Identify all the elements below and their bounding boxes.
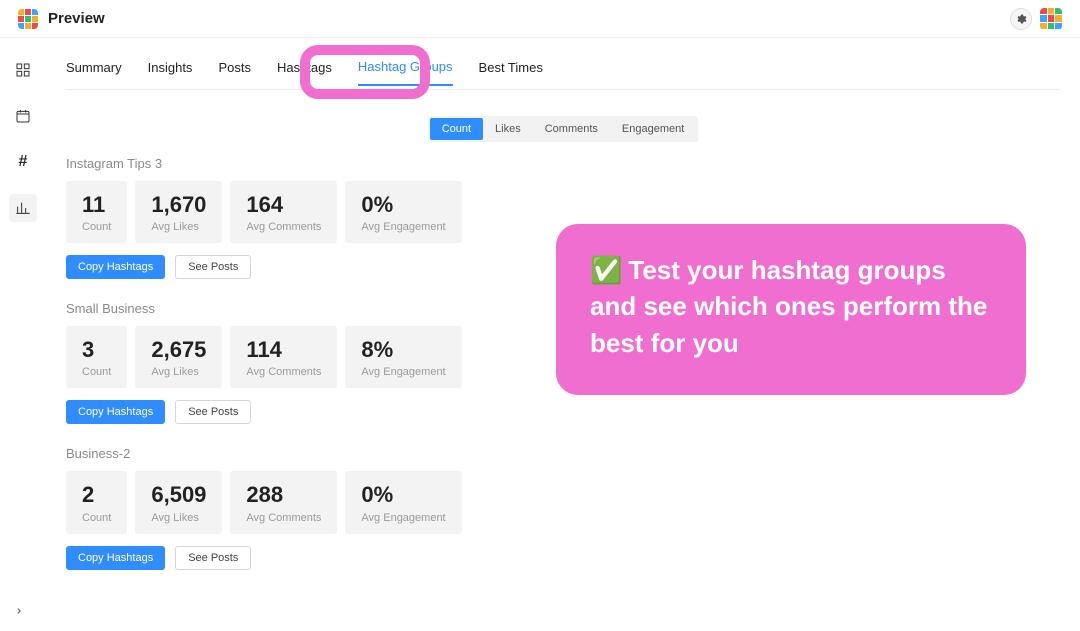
sidebar-expand-chevron-icon[interactable] <box>14 603 24 621</box>
gear-icon <box>1015 13 1027 25</box>
nav-calendar-icon[interactable] <box>9 102 37 130</box>
callout-message: Test your hashtag groups and see which o… <box>590 255 987 358</box>
stat-card-avg-engagement: 8% Avg Engagement <box>345 326 461 388</box>
checkmark-icon: ✅ <box>590 252 622 288</box>
stat-card-count: 11 Count <box>66 181 127 243</box>
stat-label: Avg Engagement <box>361 366 445 378</box>
stat-value: 11 <box>82 193 111 217</box>
copy-hashtags-button[interactable]: Copy Hashtags <box>66 400 165 424</box>
segment-comments[interactable]: Comments <box>533 118 610 140</box>
stat-value: 2,675 <box>151 338 206 362</box>
stat-label: Count <box>82 221 111 233</box>
stat-card-avg-engagement: 0% Avg Engagement <box>345 181 461 243</box>
stat-label: Avg Likes <box>151 512 206 524</box>
segment-count[interactable]: Count <box>430 118 483 140</box>
stat-label: Avg Likes <box>151 221 206 233</box>
analytics-tabs: Summary Insights Posts Hashtags Hashtag … <box>66 56 1060 90</box>
stat-card-avg-comments: 114 Avg Comments <box>230 326 337 388</box>
group-actions: Copy Hashtags See Posts <box>66 546 1060 570</box>
stat-value: 6,509 <box>151 483 206 507</box>
app-logo-icon <box>18 9 38 29</box>
app-header: Preview <box>0 0 1080 38</box>
stat-label: Avg Comments <box>246 366 321 378</box>
stat-label: Count <box>82 512 111 524</box>
group-title: Business-2 <box>66 446 1060 461</box>
stat-card-avg-comments: 288 Avg Comments <box>230 471 337 533</box>
tab-hashtag-groups[interactable]: Hashtag Groups <box>358 59 453 86</box>
tab-summary[interactable]: Summary <box>66 60 122 85</box>
tutorial-callout: ✅Test your hashtag groups and see which … <box>556 224 1026 395</box>
stat-value: 164 <box>246 193 321 217</box>
settings-button[interactable] <box>1010 8 1032 30</box>
tab-insights[interactable]: Insights <box>148 60 193 85</box>
stat-value: 0% <box>361 193 445 217</box>
copy-hashtags-button[interactable]: Copy Hashtags <box>66 546 165 570</box>
stat-card-count: 2 Count <box>66 471 127 533</box>
stat-value: 288 <box>246 483 321 507</box>
stat-card-avg-likes: 2,675 Avg Likes <box>135 326 222 388</box>
stat-label: Avg Comments <box>246 221 321 233</box>
segment-likes[interactable]: Likes <box>483 118 533 140</box>
tab-posts[interactable]: Posts <box>218 60 251 85</box>
stat-value: 3 <box>82 338 111 362</box>
group-title: Instagram Tips 3 <box>66 156 1060 171</box>
nav-analytics-icon[interactable] <box>9 194 37 222</box>
sidebar: # <box>0 38 46 222</box>
copy-hashtags-button[interactable]: Copy Hashtags <box>66 255 165 279</box>
tutorial-callout-text: ✅Test your hashtag groups and see which … <box>590 252 992 361</box>
group-actions: Copy Hashtags See Posts <box>66 400 1060 424</box>
group-stats-row: 2 Count 6,509 Avg Likes 288 Avg Comments… <box>66 471 1060 533</box>
stat-card-avg-likes: 1,670 Avg Likes <box>135 181 222 243</box>
stat-value: 0% <box>361 483 445 507</box>
see-posts-button[interactable]: See Posts <box>175 400 251 424</box>
stat-value: 2 <box>82 483 111 507</box>
see-posts-button[interactable]: See Posts <box>175 546 251 570</box>
tab-hashtags[interactable]: Hashtags <box>277 60 332 85</box>
stat-card-count: 3 Count <box>66 326 127 388</box>
nav-grid-icon[interactable] <box>9 56 37 84</box>
account-avatar[interactable] <box>1040 8 1062 30</box>
stat-value: 8% <box>361 338 445 362</box>
tab-best-times[interactable]: Best Times <box>479 60 543 85</box>
stat-label: Avg Comments <box>246 512 321 524</box>
metric-segmented-control: Count Likes Comments Engagement <box>66 116 1060 142</box>
stat-card-avg-comments: 164 Avg Comments <box>230 181 337 243</box>
stat-value: 114 <box>246 338 321 362</box>
stat-label: Avg Likes <box>151 366 206 378</box>
app-title: Preview <box>48 10 105 27</box>
stat-card-avg-engagement: 0% Avg Engagement <box>345 471 461 533</box>
segment-engagement[interactable]: Engagement <box>610 118 696 140</box>
nav-hashtag-icon[interactable]: # <box>9 148 37 176</box>
stat-value: 1,670 <box>151 193 206 217</box>
stat-label: Avg Engagement <box>361 221 445 233</box>
see-posts-button[interactable]: See Posts <box>175 255 251 279</box>
stat-label: Count <box>82 366 111 378</box>
stat-card-avg-likes: 6,509 Avg Likes <box>135 471 222 533</box>
stat-label: Avg Engagement <box>361 512 445 524</box>
